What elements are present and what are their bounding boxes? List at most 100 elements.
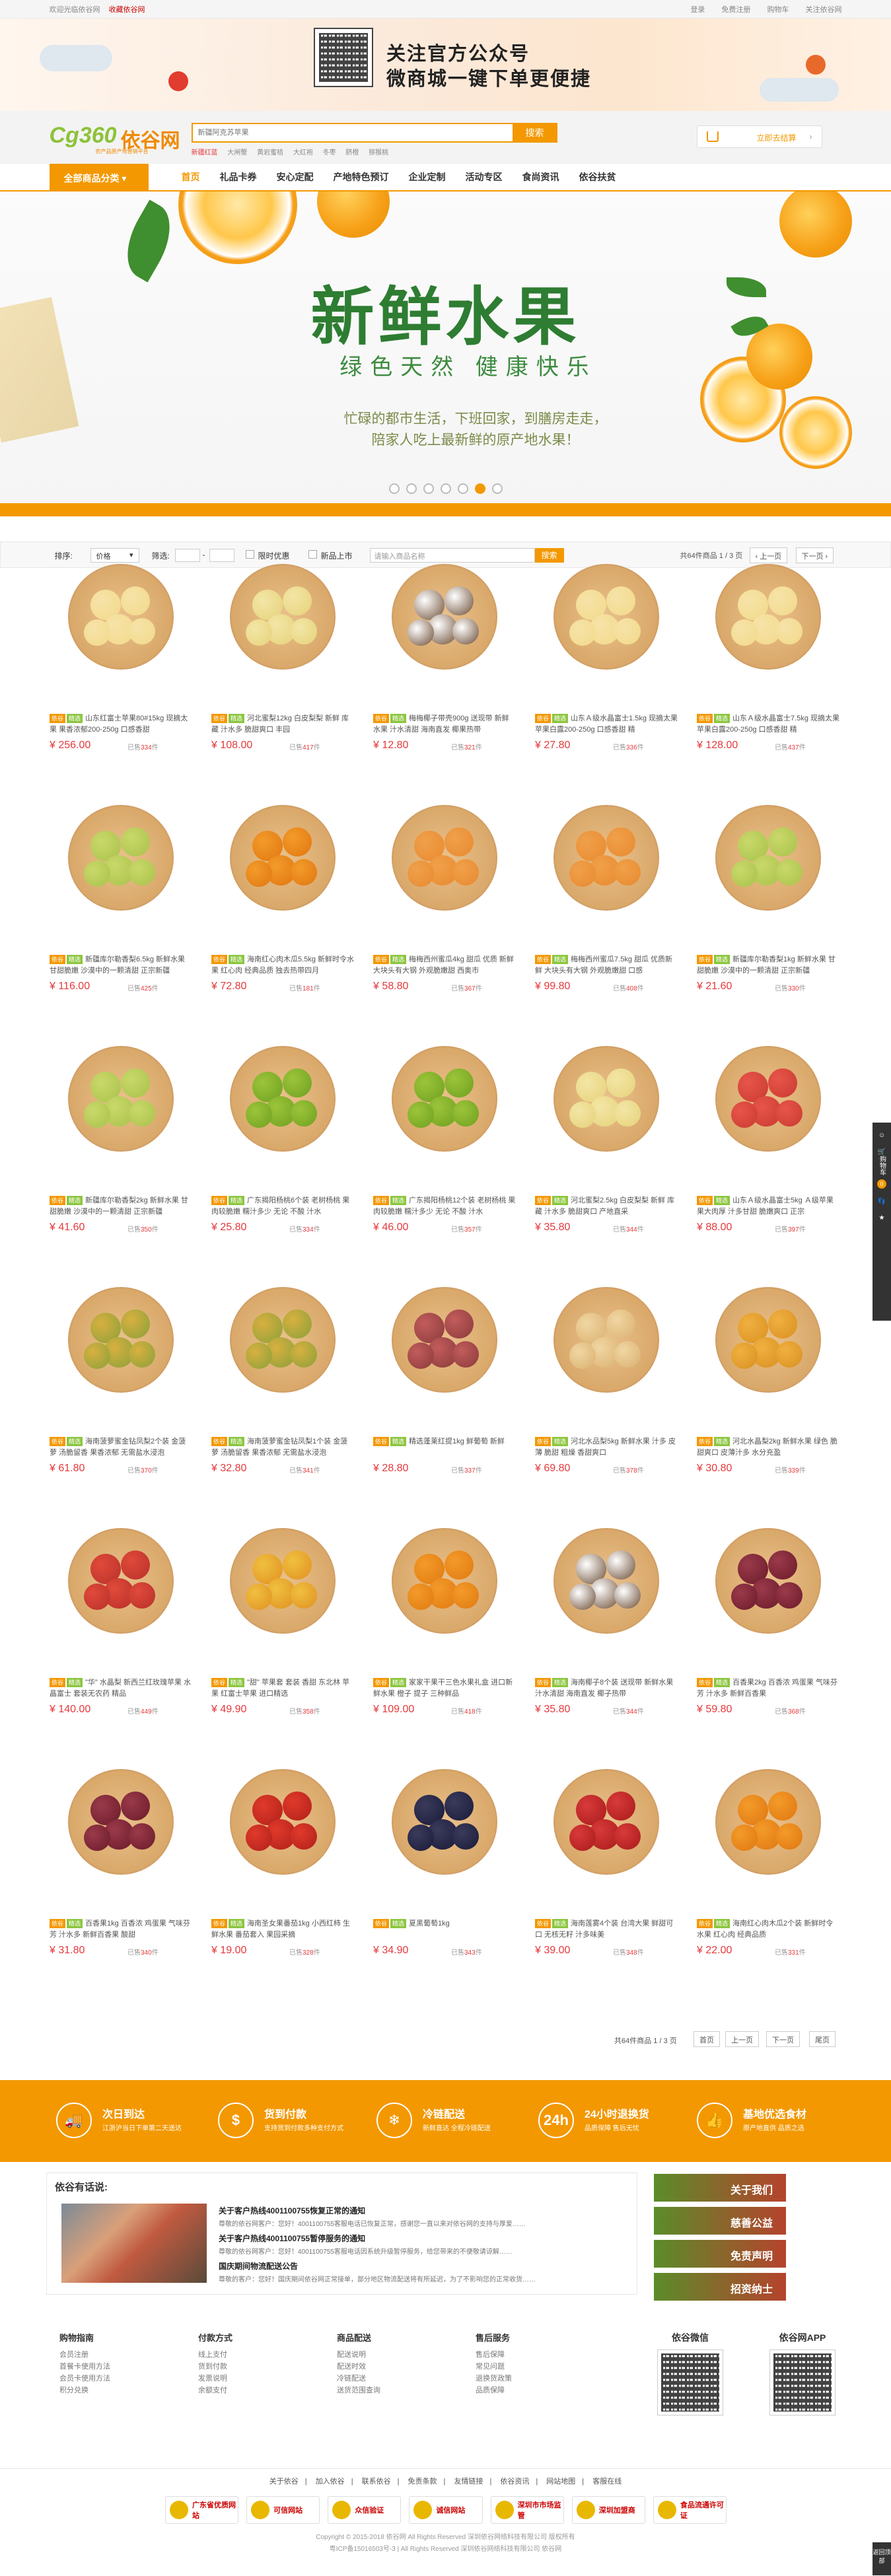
news-title[interactable]: 国庆期间物流配送公告 xyxy=(219,2260,628,2272)
product-image[interactable] xyxy=(705,1035,832,1162)
footer-link[interactable]: 积分兑换 xyxy=(59,2385,165,2396)
hot-word[interactable]: 大闸蟹 xyxy=(227,149,247,157)
product-card[interactable]: 依谷 精选 精选蓬莱红提1kg 鲜葡萄 新鲜 ¥ 28.80 已售337件 xyxy=(373,1263,516,1488)
product-image[interactable] xyxy=(543,1758,670,1885)
footer-link[interactable]: 售后保障 xyxy=(476,2349,581,2361)
product-name[interactable]: 依谷 精选 海南莲雾4个装 台湾大果 鲜甜可口 无核无籽 汁多味美 xyxy=(535,1918,678,1941)
disclaimer-button[interactable]: 免责声明 xyxy=(654,2240,786,2268)
cart-button[interactable]: 立即去结算 › xyxy=(696,125,822,148)
trust-badge[interactable]: 深圳加盟商 xyxy=(571,2496,645,2524)
product-name[interactable]: 依谷 精选 梅梅椰子带壳900g 送现带 新鲜水果 汁水清甜 海南直发 椰果热带 xyxy=(373,713,516,736)
product-name[interactable]: 依谷 精选 海南菠萝蜜金钻凤梨1个装 金菠萝 汤脆留香 果香浓郁 无需盐水浸泡 xyxy=(211,1436,354,1459)
product-name[interactable]: 依谷 精选 河北蜜梨12kg 白皮梨梨 新鲜 库藏 汁水多 脆甜爽口 丰园 xyxy=(211,713,354,736)
product-image[interactable] xyxy=(543,1035,670,1162)
product-image[interactable] xyxy=(705,794,832,921)
cart-link[interactable]: 购物车 xyxy=(767,6,789,14)
favorite-link[interactable]: 收藏依谷网 xyxy=(109,6,145,14)
product-card[interactable]: 依谷 精选 新疆库尔勒香梨6.5kg 新鲜水果 甘甜脆嫩 沙漠中的一颗清甜 正宗新疆… xyxy=(50,781,192,1006)
footer-link[interactable]: 配送说明 xyxy=(337,2349,443,2361)
footer-link[interactable]: 配送时效 xyxy=(337,2361,443,2373)
product-card[interactable]: 依谷 精选 家家干果干三色水果礼盒 进口新鲜水果 橙子 提子 三种鲜品 ¥ 109.0… xyxy=(373,1504,516,1729)
product-card[interactable]: 依谷 精选 山东Ａ级水晶富士1.5kg 现摘太果 苹果白露200-250g 口感香甜… xyxy=(535,540,678,765)
footprint-icon[interactable]: 👣 xyxy=(873,1198,891,1205)
product-name[interactable]: 依谷 精选 百香果2kg 百香浓 鸡蛋果 气味芬芳 汁水多 新鲜百香果 xyxy=(697,1677,839,1700)
product-image[interactable] xyxy=(381,1276,508,1403)
product-image[interactable] xyxy=(381,794,508,921)
product-name[interactable]: 依谷 精选 新疆库尔勒香梨6.5kg 新鲜水果 甘甜脆嫩 沙漠中的一颗清甜 正宗新疆 xyxy=(50,954,192,977)
trust-badge[interactable]: 可信网站 xyxy=(246,2496,320,2524)
product-card[interactable]: 依谷 精选 新疆库尔勒香梨1kg 新鲜水果 甘甜脆嫩 沙漠中的一颗清甜 正宗新疆 ¥ … xyxy=(697,781,839,1006)
nav-food-news[interactable]: 食尚资讯 xyxy=(522,164,559,190)
product-card[interactable]: 依谷 精选 梅梅西州蜜瓜4kg 甜瓜 优质 新鲜 大块头有大钢 外观脆嫩甜 西奥市 ¥… xyxy=(373,781,516,1006)
star-icon[interactable]: ★ xyxy=(873,1214,891,1222)
trust-badge[interactable]: 众信验证 xyxy=(328,2496,402,2524)
product-name[interactable]: 依谷 精选 新疆库尔勒香梨2kg 新鲜水果 甘甜脆嫩 沙漠中的一颗清甜 正宗新疆 xyxy=(50,1195,192,1218)
product-card[interactable]: 依谷 精选 百香果1kg 百香浓 鸡蛋果 气味芬芳 汁水多 新鲜百香果 酸甜 ¥ 31… xyxy=(50,1745,192,1970)
carousel-dot[interactable] xyxy=(440,483,451,494)
back-to-top-button[interactable]: 返回顶部 xyxy=(873,2542,891,2575)
product-name[interactable]: 依谷 精选 海南红心肉木瓜2个装 新鲜时令水果 红心肉 经典品质 xyxy=(697,1918,839,1941)
nav-origin-preorder[interactable]: 产地特色预订 xyxy=(334,164,389,190)
hero-banner[interactable]: 新鲜水果 绿色天然 健康快乐 忙碌的都市生活，下班回家，到膳房走走， 陪家人吃上… xyxy=(0,191,891,503)
last-page-button[interactable]: 尾页 xyxy=(809,2031,836,2047)
product-card[interactable]: 依谷 精选 河北蜜梨12kg 白皮梨梨 新鲜 库藏 汁水多 脆甜爽口 丰园 ¥ 108… xyxy=(211,540,354,765)
product-card[interactable]: 依谷 精选 夏黑葡萄1kg ¥ 34.90 已售343件 xyxy=(373,1745,516,1970)
footer-link[interactable]: 会员注册 xyxy=(59,2349,165,2361)
news-item[interactable]: 国庆期间物流配送公告 尊敬的客户：您好！国庆期间依谷网正常接单，部分地区物流配送将… xyxy=(219,2260,628,2283)
all-categories-button[interactable]: 全部商品分类 ▾ xyxy=(49,164,149,190)
sidebar-cart[interactable]: 🛒 购物车 0 xyxy=(873,1148,891,1189)
product-card[interactable]: 依谷 精选 山东Ａ级水晶富士5kg Ａ级苹果 果大肉厚 汁多甘甜 脆嫩爽口 正宗 ¥ … xyxy=(697,1022,839,1247)
product-image[interactable] xyxy=(57,1276,184,1403)
hot-word[interactable]: 冬枣 xyxy=(323,149,336,157)
register-link[interactable]: 免费注册 xyxy=(721,6,750,14)
product-card[interactable]: 依谷 精选 河北水品梨5kg 新鲜水果 汁多 皮薄 脆甜 粗燥 香甜爽口 ¥ 69.8… xyxy=(535,1263,678,1488)
footer-link[interactable]: 退换货政策 xyxy=(476,2373,581,2385)
footer-link[interactable]: 线上支付 xyxy=(198,2349,304,2361)
news-title[interactable]: 关于客户热线4001100755恢复正常的通知 xyxy=(219,2205,628,2216)
product-card[interactable]: 依谷 精选 河北蜜梨2.5kg 白皮梨梨 新鲜 库藏 汁水多 脆甜爽口 产地直采 ¥ … xyxy=(535,1022,678,1247)
search-input[interactable] xyxy=(191,123,515,143)
product-card[interactable]: 依谷 精选 "甜" 苹果套 套装 香甜 东北林 苹果 红富士苹果 进口精选 ¥ 49.… xyxy=(211,1504,354,1729)
trust-badge[interactable]: 深圳市市场监管 xyxy=(490,2496,564,2524)
product-image[interactable] xyxy=(381,1517,508,1644)
carousel-dot-active[interactable] xyxy=(474,483,485,494)
product-card[interactable]: 依谷 精选 海南菠萝蜜金钻凤梨2个装 金菠萝 汤脆留香 果香浓郁 无需盐水浸泡 ¥ 6… xyxy=(50,1263,192,1488)
user-icon[interactable]: ☺ xyxy=(873,1132,891,1139)
product-image[interactable] xyxy=(705,1276,832,1403)
footer-link[interactable]: 品质保障 xyxy=(476,2385,581,2396)
product-image[interactable] xyxy=(57,1035,184,1162)
footer-nav-link[interactable]: 客服在线 xyxy=(592,2478,622,2486)
product-name[interactable]: 依谷 精选 山东Ａ级水晶富士7.5kg 现摘太果 苹果白露200-250g 口感香甜… xyxy=(697,713,839,736)
product-name[interactable]: 依谷 精选 山东Ａ级水晶富士5kg Ａ级苹果 果大肉厚 汁多甘甜 脆嫩爽口 正宗 xyxy=(697,1195,839,1218)
product-card[interactable]: 依谷 精选 梅梅椰子带壳900g 送现带 新鲜水果 汁水清甜 海南直发 椰果热带 ¥ … xyxy=(373,540,516,765)
carousel-dot[interactable] xyxy=(388,483,400,494)
news-title[interactable]: 关于客户热线4001100755暂停服务的通知 xyxy=(219,2233,628,2244)
nav-enterprise[interactable]: 企业定制 xyxy=(409,164,446,190)
carousel-dot[interactable] xyxy=(423,483,434,494)
footer-nav-link[interactable]: 友情链接 xyxy=(454,2478,483,2486)
product-image[interactable] xyxy=(219,1758,346,1885)
product-image[interactable] xyxy=(705,1758,832,1885)
nav-gift-cards[interactable]: 礼品卡券 xyxy=(220,164,257,190)
product-card[interactable]: 依谷 精选 百香果2kg 百香浓 鸡蛋果 气味芬芳 汁水多 新鲜百香果 ¥ 59.80… xyxy=(697,1504,839,1729)
product-card[interactable]: 依谷 精选 梅梅西州蜜瓜7.5kg 甜瓜 优质新鲜 大块头有大钢 外观脆嫩甜 口感 ¥… xyxy=(535,781,678,1006)
news-item[interactable]: 关于客户热线4001100755暂停服务的通知 尊敬的依谷网客户：您好！40011… xyxy=(219,2233,628,2256)
news-image[interactable] xyxy=(61,2204,207,2283)
hot-word[interactable]: 黄岩蜜桔 xyxy=(257,149,283,157)
nav-poverty-relief[interactable]: 依谷扶贫 xyxy=(579,164,616,190)
product-card[interactable]: 依谷 精选 山东Ａ级水晶富士7.5kg 现摘太果 苹果白露200-250g 口感香甜… xyxy=(697,540,839,765)
login-link[interactable]: 登录 xyxy=(690,6,705,14)
product-card[interactable]: 依谷 精选 海南圣女果番茄1kg 小西红柿 生鲜水果 番茄套入 果园采摘 ¥ 19.0… xyxy=(211,1745,354,1970)
product-name[interactable]: 依谷 精选 河北水晶梨2kg 新鲜水果 绿色 脆甜爽口 皮薄汁多 水分充盈 xyxy=(697,1436,839,1459)
product-name[interactable]: 依谷 精选 "甜" 苹果套 套装 香甜 东北林 苹果 红富士苹果 进口精选 xyxy=(211,1677,354,1700)
footer-link[interactable]: 冷链配送 xyxy=(337,2373,443,2385)
trust-badge[interactable]: 诚信网站 xyxy=(409,2496,483,2524)
product-image[interactable] xyxy=(543,1276,670,1403)
product-image[interactable] xyxy=(57,553,184,680)
product-image[interactable] xyxy=(219,1517,346,1644)
footer-link[interactable]: 首餐卡使用方法 xyxy=(59,2361,165,2373)
wechat-promo-banner[interactable]: 关注官方公众号 微商城一键下单更便捷 xyxy=(0,18,891,111)
product-image[interactable] xyxy=(57,1517,184,1644)
product-image[interactable] xyxy=(381,1035,508,1162)
product-name[interactable]: 依谷 精选 夏黑葡萄1kg xyxy=(373,1918,516,1941)
